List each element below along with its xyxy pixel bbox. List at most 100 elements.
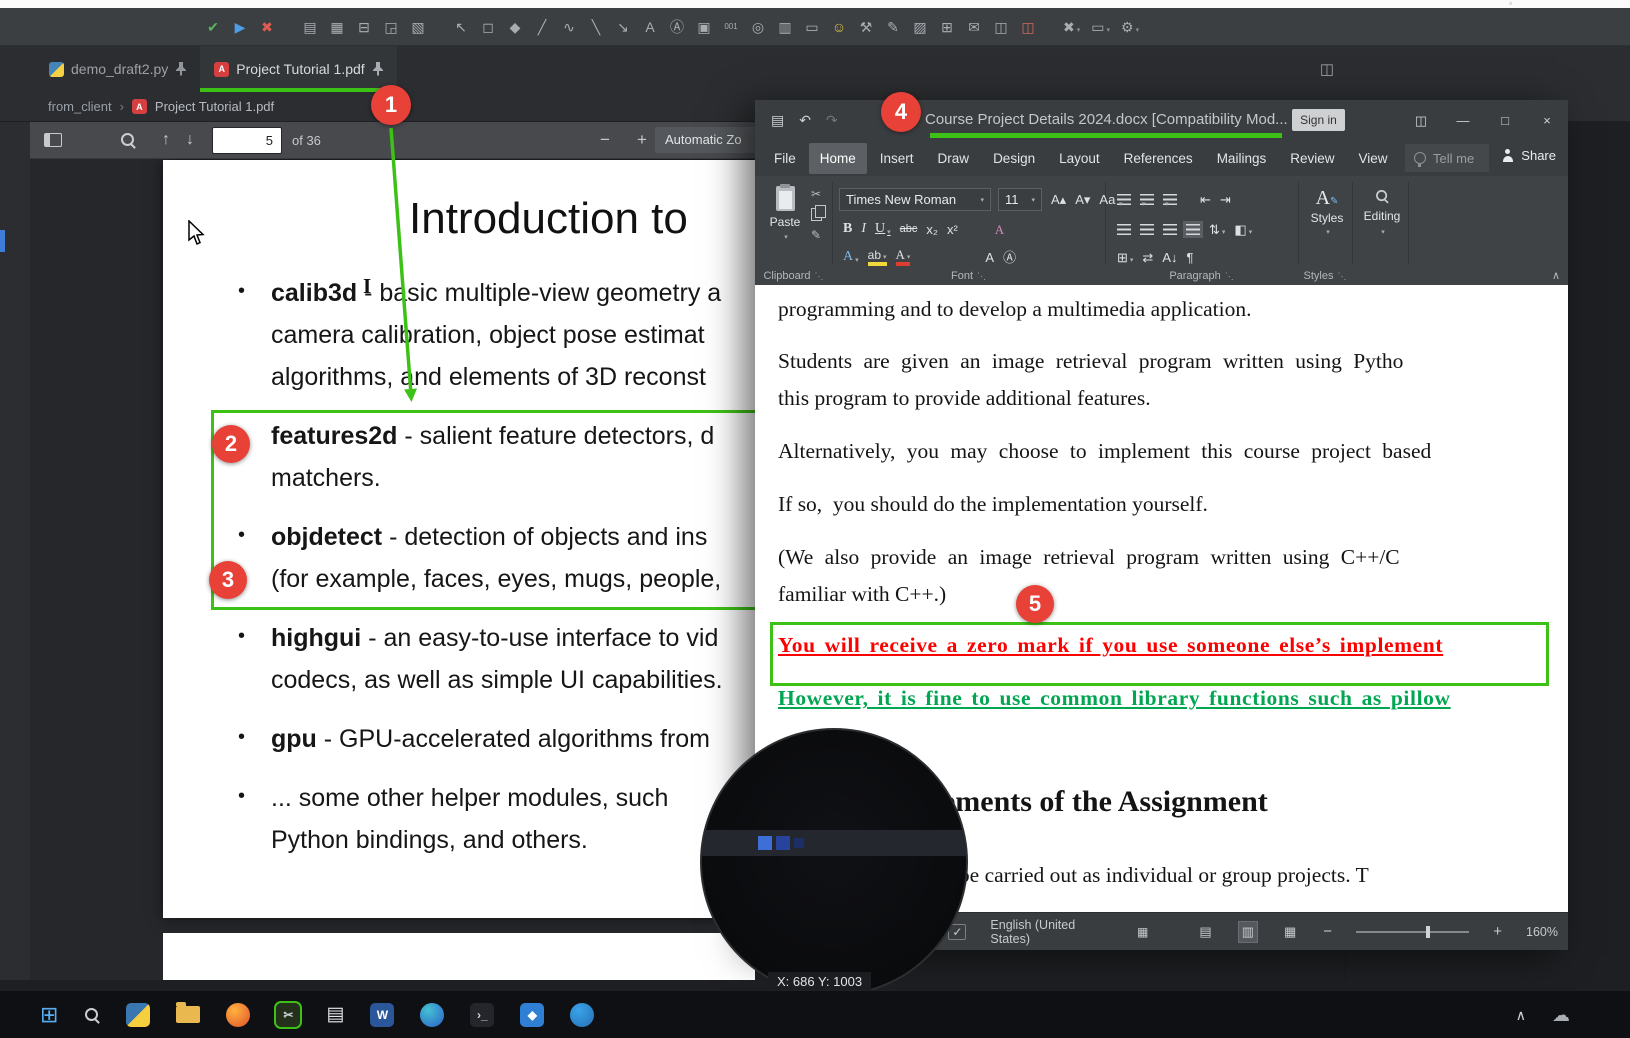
save-icon[interactable]: ▤ [302,20,318,34]
windows-start-icon[interactable]: ⊞ [40,1004,58,1026]
edge-icon[interactable] [420,1003,444,1027]
snipping-tool-icon[interactable]: ✂ [276,1003,300,1027]
tab-project-tutorial-pdf[interactable]: A Project Tutorial 1.pdf [200,46,396,92]
numbering-button[interactable]: ▾ [1140,194,1154,205]
ink-annotation-icon[interactable]: A [995,223,1004,236]
arrow-tool-icon[interactable]: ↘ [615,20,631,34]
backline-tool-icon[interactable]: ╲ [588,20,604,34]
emoji-icon[interactable]: ☺ [831,20,847,34]
bold-button[interactable]: B [843,222,852,236]
line-tool-icon[interactable]: ╱ [534,20,550,34]
strikethrough-button[interactable]: abc [900,224,918,235]
tab-demo-draft2[interactable]: demo_draft2.py [35,46,200,92]
pointer-tool-icon[interactable]: ↖ [453,20,469,34]
zoom-percentage[interactable]: 160% [1526,925,1558,939]
editing-button[interactable]: Editing ▾ [1357,188,1407,236]
minimize-button[interactable]: — [1442,100,1484,140]
increase-indent-button[interactable]: ⇥ [1220,193,1231,206]
zoom-slider[interactable] [1356,931,1469,933]
styles-button[interactable]: A✎ Styles ▾ [1303,188,1351,236]
enclose-char-button[interactable]: Ⓐ [1003,251,1016,264]
notepad-icon[interactable]: ▤ [326,1005,344,1024]
underline-button[interactable]: U▾ [875,222,891,236]
superscript-button[interactable]: x² [947,223,958,236]
paste-button[interactable]: Paste ▾ [763,186,807,262]
font-name-select[interactable]: Times New Roman▾ [839,188,991,211]
ribbon-tab-mailings[interactable]: Mailings [1206,143,1278,174]
italic-button[interactable]: I [861,222,866,236]
change-case-icon[interactable]: Aa [1099,193,1115,206]
redo-button[interactable]: ↷ [826,113,838,127]
print-icon[interactable]: ⊟ [356,20,372,34]
binary-tool-icon[interactable]: 001 [723,23,739,31]
highlight-color-button[interactable]: ab▾ [868,249,887,266]
ribbon-tab-home[interactable]: Home [809,143,867,174]
align-left-button[interactable] [1117,224,1131,235]
stop-icon[interactable]: ✖ [259,20,275,34]
sign-in-button[interactable]: Sign in [1292,109,1345,131]
bullets-button[interactable]: ▾ [1117,194,1131,205]
pilcrow-button[interactable]: ¶ [1187,251,1194,264]
read-mode-icon[interactable]: ▤ [1196,922,1214,942]
search-icon[interactable] [120,132,136,148]
tray-chevron-icon[interactable]: ∧ [1516,1008,1526,1022]
shrink-font-icon[interactable]: A▾ [1075,193,1090,206]
borders-button[interactable]: ⊞▾ [1117,251,1133,264]
onedrive-icon[interactable]: ☁ [1552,1006,1570,1024]
search-icon[interactable] [84,1007,100,1023]
settings-dropdown-icon[interactable]: ⚙▾ [1121,20,1139,34]
align-right-button[interactable] [1163,224,1177,235]
save-all-icon[interactable]: ▦ [329,20,345,34]
zoom-in-icon[interactable]: + [637,130,647,150]
maximize-button[interactable]: □ [1484,100,1526,140]
decrease-indent-button[interactable]: ⇤ [1200,193,1211,206]
ribbon-tab-design[interactable]: Design [982,143,1046,174]
font-size-select[interactable]: 11▾ [998,188,1042,211]
ribbon-tab-review[interactable]: Review [1279,143,1345,174]
previous-page-icon[interactable]: ↑ [162,131,170,149]
pin-icon[interactable] [372,62,383,76]
pin-icon[interactable] [175,62,186,76]
asian-layout-button[interactable]: ⇄ [1142,251,1153,264]
zoom-tool-icon[interactable]: ◎ [750,20,766,34]
comment-icon[interactable]: ✉ [966,20,982,34]
file-explorer-icon[interactable] [176,1006,200,1023]
curve-tool-icon[interactable]: ∿ [561,20,577,34]
zoom-in-icon[interactable]: + [1493,923,1502,940]
ribbon-tab-layout[interactable]: Layout [1048,143,1111,174]
notebook-icon[interactable]: ▥ [777,20,793,34]
vscode-icon[interactable]: ◆ [520,1003,544,1027]
format-painter-icon[interactable]: ✎ [811,229,822,241]
marquee-tool-icon[interactable]: ◻ [480,20,496,34]
display-dropdown-icon[interactable]: ▭▾ [1091,20,1110,34]
zoom-out-icon[interactable]: − [600,130,610,150]
close-dropdown-icon[interactable]: ✖▾ [1063,20,1080,34]
language-indicator[interactable]: English (United States) [990,918,1113,946]
ribbon-tab-file[interactable]: File [763,143,807,174]
firefox-icon[interactable] [226,1003,250,1027]
web-layout-icon[interactable]: ▦ [1281,922,1299,942]
share-button[interactable]: Share [1501,148,1556,163]
undo-button[interactable]: ↶ [799,113,811,127]
copy-icon[interactable] [811,208,822,221]
export-icon[interactable]: ▧ [410,20,426,34]
tell-me-box[interactable]: Tell me [1405,144,1489,172]
split-editor-icon[interactable]: ◫ [1320,60,1334,78]
dialog-launcher-icon[interactable]: ⋱ [1225,271,1234,282]
shading-button[interactable]: ◧▾ [1234,223,1252,236]
textbox-tool-icon[interactable]: Ⓐ [669,20,685,34]
word-icon[interactable]: W [370,1003,394,1027]
subscript-button[interactable]: x₂ [926,223,938,236]
breadcrumb-file[interactable]: Project Tutorial 1.pdf [155,99,274,114]
pattern-icon[interactable]: ▨ [912,20,928,34]
sort-button[interactable]: A↓ [1162,251,1177,264]
text-effects-button[interactable]: A▾ [843,250,859,264]
run-icon[interactable]: ▶ [232,20,248,34]
ribbon-tab-draw[interactable]: Draw [927,143,981,174]
terminal-icon[interactable]: ›_ [470,1003,494,1027]
save-icon[interactable]: ▤ [771,113,784,127]
ribbon-tab-view[interactable]: View [1347,143,1398,174]
multilevel-list-button[interactable]: ▾ [1163,194,1177,205]
close-button[interactable]: × [1526,100,1568,140]
text-tool-icon[interactable]: A [642,20,658,34]
